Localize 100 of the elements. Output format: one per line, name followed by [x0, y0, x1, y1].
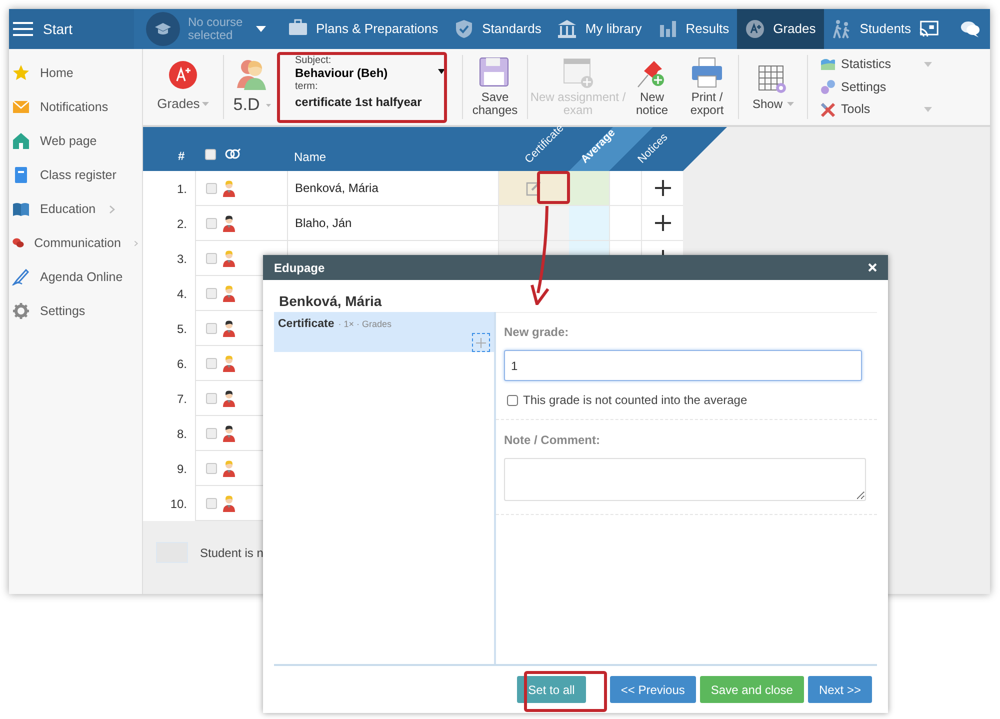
star-icon: [12, 64, 30, 82]
student-name-cell: Benková, Mária: [287, 171, 498, 206]
close-icon[interactable]: [868, 263, 877, 272]
toolbar-button[interactable]: Print / export: [676, 49, 738, 125]
plus-icon[interactable]: [654, 214, 672, 232]
row-checkbox[interactable]: [206, 182, 217, 194]
row-checkbox[interactable]: [206, 428, 217, 438]
caret-icon: [256, 26, 266, 32]
exclude-checkbox[interactable]: [507, 394, 518, 406]
nav-tab[interactable]: Standards: [446, 9, 550, 49]
sidebar-item[interactable]: Communication: [9, 226, 142, 260]
chevron-right-icon: [108, 204, 115, 214]
student-name-cell: Blaho, Ján: [287, 206, 498, 241]
edit-icon: [526, 180, 542, 196]
column-header: #: [178, 148, 185, 165]
nav-tab[interactable]: Results: [650, 9, 738, 49]
row-number: 3.: [176, 250, 187, 268]
menu-icon: [13, 21, 33, 37]
grade-input[interactable]: 1: [504, 350, 862, 381]
walking-people-icon: [832, 19, 852, 39]
gears-icon: [820, 79, 836, 95]
column-header: Name: [294, 149, 326, 166]
toolbar-button[interactable]: New notice: [628, 49, 676, 125]
row-checkbox[interactable]: [206, 322, 217, 334]
sidebar-item[interactable]: Education: [9, 192, 142, 226]
checkbox-label: This grade is not counted into the average: [523, 392, 748, 409]
calendar-plus-icon: [562, 57, 594, 89]
gender-symbol-icon: [225, 148, 241, 160]
pen-icon: [12, 268, 30, 286]
caret-icon: [924, 107, 932, 112]
building-icon: [557, 19, 578, 39]
legend-text: Student is n: [200, 544, 264, 562]
toolbar-menu-item[interactable]: Settings: [820, 78, 932, 96]
nav-tab[interactable]: Students: [824, 9, 920, 49]
dialog-button[interactable]: Next >>: [808, 676, 872, 703]
annotation-frame: [537, 171, 570, 204]
dialog-title: Edupage: [274, 260, 325, 276]
row-number: 10.: [170, 496, 187, 512]
grade-type-item[interactable]: Certificate · 1× · Grades: [274, 312, 494, 352]
row-number: 9.: [176, 460, 187, 478]
row-checkbox[interactable]: [206, 358, 217, 368]
toolbar-menu-item[interactable]: Tools: [820, 100, 932, 120]
printer-icon: [691, 57, 723, 89]
start-menu-button[interactable]: Start: [9, 9, 134, 49]
sidebar-item[interactable]: Agenda Online: [9, 260, 142, 294]
nav-tab[interactable]: My library: [549, 9, 650, 49]
row-checkbox[interactable]: [206, 498, 217, 508]
bar-chart-icon: [658, 19, 678, 39]
sidebar-item[interactable]: Web page: [9, 124, 142, 158]
row-number: 7.: [176, 390, 187, 408]
sidebar-item[interactable]: Settings: [9, 294, 142, 328]
student-name-heading: Benková, Mária: [278, 292, 383, 311]
row-number: 5.: [176, 320, 187, 338]
row-checkbox[interactable]: [206, 218, 217, 228]
add-grade-button[interactable]: [472, 333, 490, 352]
average-cell: [569, 171, 609, 206]
row-checkbox[interactable]: [206, 462, 217, 474]
envelope-icon: [12, 98, 30, 116]
notebook-icon: [12, 166, 30, 184]
row-checkbox[interactable]: [206, 288, 217, 298]
chat-icon[interactable]: [960, 20, 980, 38]
dialog-button[interactable]: << Previous: [610, 676, 696, 703]
area-chart-icon: [820, 56, 836, 72]
house-icon: [12, 132, 30, 150]
class-selector[interactable]: 5.D: [224, 49, 276, 125]
grade-cell[interactable]: [498, 206, 569, 241]
cast-icon[interactable]: [919, 20, 940, 38]
grades-button[interactable]: Grades: [143, 49, 223, 125]
sidebar-item[interactable]: Notifications: [9, 90, 142, 124]
item-label: Certificate: [278, 317, 334, 332]
caret-icon: [202, 102, 209, 106]
toolbar-button[interactable]: Save changes: [463, 49, 527, 125]
book-icon: [12, 200, 30, 218]
plus-icon: [476, 338, 486, 348]
tools-icon: [820, 102, 836, 118]
row-checkbox[interactable]: [206, 392, 217, 404]
caret-icon: [266, 104, 271, 106]
row-number: 4.: [176, 286, 187, 302]
toolbar-button[interactable]: Show: [739, 49, 807, 125]
caret-icon: [924, 62, 932, 67]
row-checkbox[interactable]: [206, 252, 217, 264]
select-all-checkbox[interactable]: [205, 149, 216, 160]
item-details: · 1× · Grades: [338, 318, 392, 331]
shield-icon: [454, 19, 474, 39]
nav-tab[interactable]: Plans & Preparations: [280, 9, 446, 49]
caret-icon: [786, 102, 794, 106]
chevron-right-icon: [134, 238, 138, 248]
row-number: 6.: [176, 356, 187, 372]
field-label: New grade:: [504, 324, 570, 341]
course-avatar-icon[interactable]: [146, 12, 180, 46]
grade-badge-icon: [745, 19, 766, 39]
settings-icon: [12, 302, 30, 320]
sidebar-item[interactable]: Home: [9, 56, 142, 90]
field-label: Note / Comment:: [504, 432, 601, 449]
sidebar-item[interactable]: Class register: [9, 158, 142, 192]
plus-icon[interactable]: [654, 179, 672, 197]
nav-tab[interactable]: Grades: [737, 9, 824, 49]
subject-selector[interactable]: Subject: Behaviour (Beh) term: certificate 1st halfyear: [279, 49, 447, 125]
toolbar-menu-item[interactable]: Statistics: [820, 54, 932, 74]
caret-icon: [438, 69, 445, 74]
